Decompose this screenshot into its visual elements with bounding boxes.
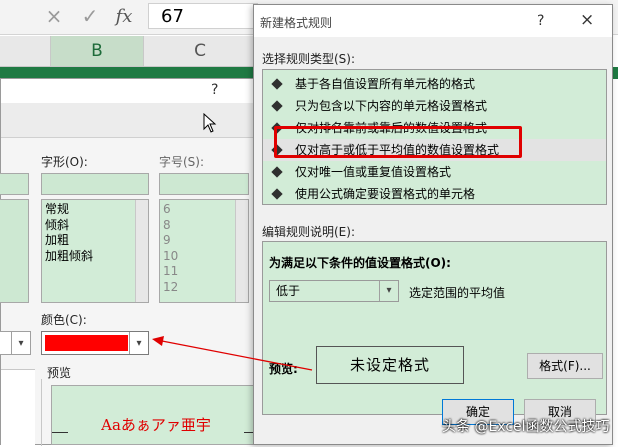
watermark-text: 头条 @Excel函数公式技巧	[442, 419, 610, 435]
arrow-head	[152, 336, 164, 346]
arrow-line	[161, 340, 313, 371]
annotation-arrow	[152, 336, 313, 371]
